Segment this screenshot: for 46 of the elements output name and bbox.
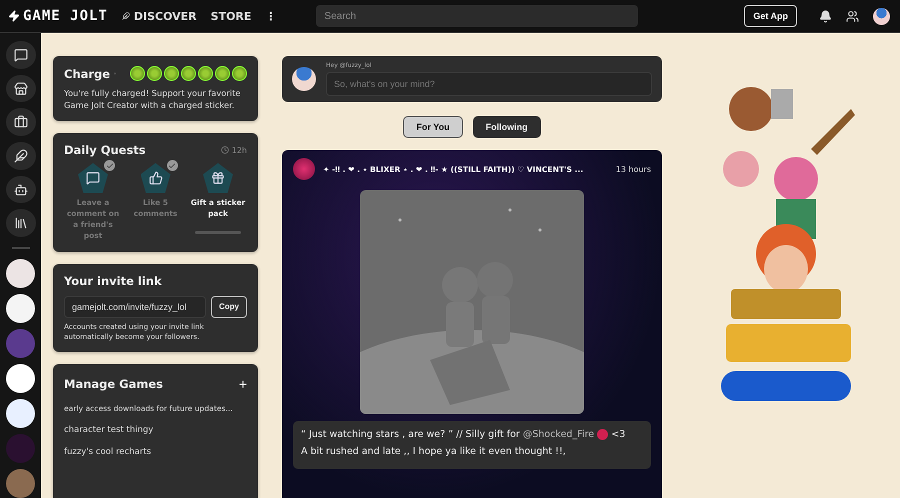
nav-link[interactable]: STORE	[210, 10, 252, 22]
community-avatar[interactable]	[6, 364, 35, 393]
quill-icon[interactable]	[14, 148, 28, 163]
charge-text: You're fully charged! Support your favorite Game Jolt Creator with a charged sticker.	[64, 87, 242, 112]
quest-progress-bar	[195, 230, 241, 234]
robot-icon[interactable]	[14, 182, 28, 197]
game-link[interactable]: character test thingy	[64, 425, 247, 436]
briefcase-icon[interactable]	[14, 115, 28, 130]
user-avatar[interactable]	[292, 67, 316, 91]
card-title: Your invite link	[64, 274, 163, 288]
invite-link-field[interactable]: gamejolt.com/invite/fuzzy_lol	[64, 296, 206, 318]
library-icon[interactable]	[14, 216, 28, 230]
post-input-field[interactable]: So, what's on your mind?	[326, 72, 652, 96]
mention-avatar	[597, 429, 608, 440]
feed-tab[interactable]: Following	[472, 116, 541, 138]
community-avatar[interactable]	[6, 398, 35, 428]
get-app-button[interactable]: Get App	[744, 5, 797, 27]
card-title: Daily Quests	[64, 143, 146, 158]
notifications-icon[interactable]	[819, 10, 832, 22]
caption-line: A bit rushed and late ,, I hope ya like it even thought !!,	[301, 446, 567, 458]
copy-button[interactable]: Copy	[211, 296, 247, 318]
game-jolt-logo[interactable]: GAME JOLT	[8, 8, 108, 24]
more-button[interactable]: ⋮	[265, 10, 276, 22]
friends-icon[interactable]	[846, 10, 859, 22]
author-avatar[interactable]	[293, 158, 315, 180]
check-icon	[104, 160, 115, 172]
card-title: Manage Games	[64, 377, 164, 392]
mention-link[interactable]: @Shocked_Fire	[522, 429, 594, 440]
caption-line: “ Just watching stars , are we? ” // Silly gift for @Shocked_Fire <3	[301, 429, 626, 440]
card-title: Charge	[64, 66, 110, 80]
post-time: 13 hours	[616, 164, 651, 174]
quest-timer: 12h	[220, 143, 247, 158]
community-avatar[interactable]	[6, 258, 35, 288]
add-game-button[interactable]: +	[238, 376, 247, 392]
game-link[interactable]: fuzzy's cool recharts	[64, 447, 247, 458]
feather-icon	[122, 12, 130, 20]
user-avatar[interactable]	[873, 8, 890, 24]
store-icon[interactable]	[14, 82, 28, 96]
search-field[interactable]: Search	[316, 5, 638, 27]
feed-tab[interactable]: For You	[403, 116, 463, 138]
nav-link[interactable]: DISCOVER	[122, 10, 197, 22]
clock-icon	[220, 146, 229, 154]
community-avatar[interactable]	[6, 294, 35, 323]
chat-bubble-icon[interactable]	[14, 48, 28, 62]
charge-orbs-icon	[130, 66, 247, 81]
check-icon	[166, 160, 178, 172]
